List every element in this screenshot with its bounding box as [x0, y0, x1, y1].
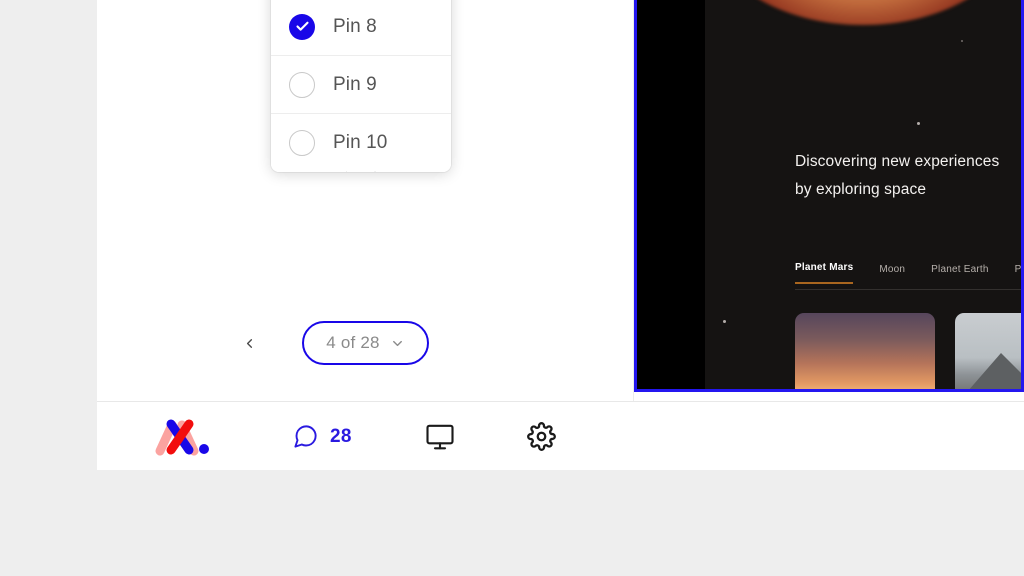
sunset-thumbnail[interactable]	[795, 313, 935, 389]
gear-icon	[526, 422, 556, 451]
preview-left-strip	[637, 0, 705, 389]
pin-list[interactable]: Pin 6 Pin 7 Pin 8 Pin 9	[271, 0, 451, 172]
preview-stage: Discovering new experiences by exploring…	[705, 0, 1021, 389]
monitor-icon	[426, 424, 454, 449]
chevron-down-icon	[390, 336, 405, 351]
radio-unchecked-icon[interactable]	[289, 71, 315, 98]
radio-checked-icon[interactable]	[289, 13, 315, 40]
chevron-left-icon	[246, 338, 252, 348]
popup-pointer-arrow	[346, 171, 376, 172]
editor-column: Pin 6 Pin 7 Pin 8 Pin 9	[97, 0, 671, 470]
pin-item-label: Pin 10	[333, 132, 388, 153]
chat-bubble-icon	[294, 425, 317, 448]
mountain-thumbnail[interactable]	[955, 313, 1021, 389]
preview-thumbnail-row	[795, 313, 1021, 389]
pin-dropdown-popup: Pin 6 Pin 7 Pin 8 Pin 9	[271, 0, 451, 172]
chat-button[interactable]: 28	[292, 423, 352, 450]
chat-unread-count: 28	[330, 425, 352, 447]
page-indicator-label: 4 of 28	[326, 333, 380, 352]
settings-button[interactable]	[526, 422, 556, 451]
hero-line-2: by exploring space	[795, 181, 927, 198]
bottom-toolbar: 28	[97, 401, 1024, 470]
preview-tab-planet-earth[interactable]: Planet Earth	[931, 264, 988, 284]
star-icon	[723, 320, 726, 323]
preview-tab-divider	[795, 289, 1021, 290]
app-logo[interactable]	[152, 416, 214, 458]
pin-item-label: Pin 8	[333, 15, 377, 37]
app-logo-icon	[155, 419, 209, 455]
display-button[interactable]	[425, 422, 455, 452]
preview-hero-heading: Discovering new experiences by exploring…	[795, 148, 999, 204]
pagination-bar: 4 of 28	[97, 313, 671, 373]
star-icon	[917, 122, 920, 125]
website-preview-panel[interactable]: Discovering new experiences by exploring…	[634, 0, 1024, 392]
preview-tab-bar: Planet Mars Moon Planet Earth Planet Sa	[795, 262, 1021, 284]
star-icon	[961, 40, 963, 42]
preview-tab-planet-mars[interactable]: Planet Mars	[795, 262, 854, 284]
page-selector-dropdown[interactable]: 4 of 28	[302, 321, 429, 365]
preview-tab-planet-saturn[interactable]: Planet Sa	[1015, 264, 1021, 284]
pin-list-item[interactable]: Pin 10	[271, 114, 451, 172]
previous-page-button[interactable]	[232, 326, 266, 360]
hero-line-1: Discovering new experiences	[795, 153, 1000, 170]
pin-list-item[interactable]: Pin 9	[271, 56, 451, 114]
pin-list-item-selected[interactable]: Pin 8	[271, 0, 451, 56]
radio-unchecked-icon[interactable]	[289, 130, 315, 156]
preview-tab-moon[interactable]: Moon	[879, 264, 905, 284]
planet-mars-graphic	[713, 0, 1013, 25]
pin-item-label: Pin 9	[333, 73, 377, 95]
